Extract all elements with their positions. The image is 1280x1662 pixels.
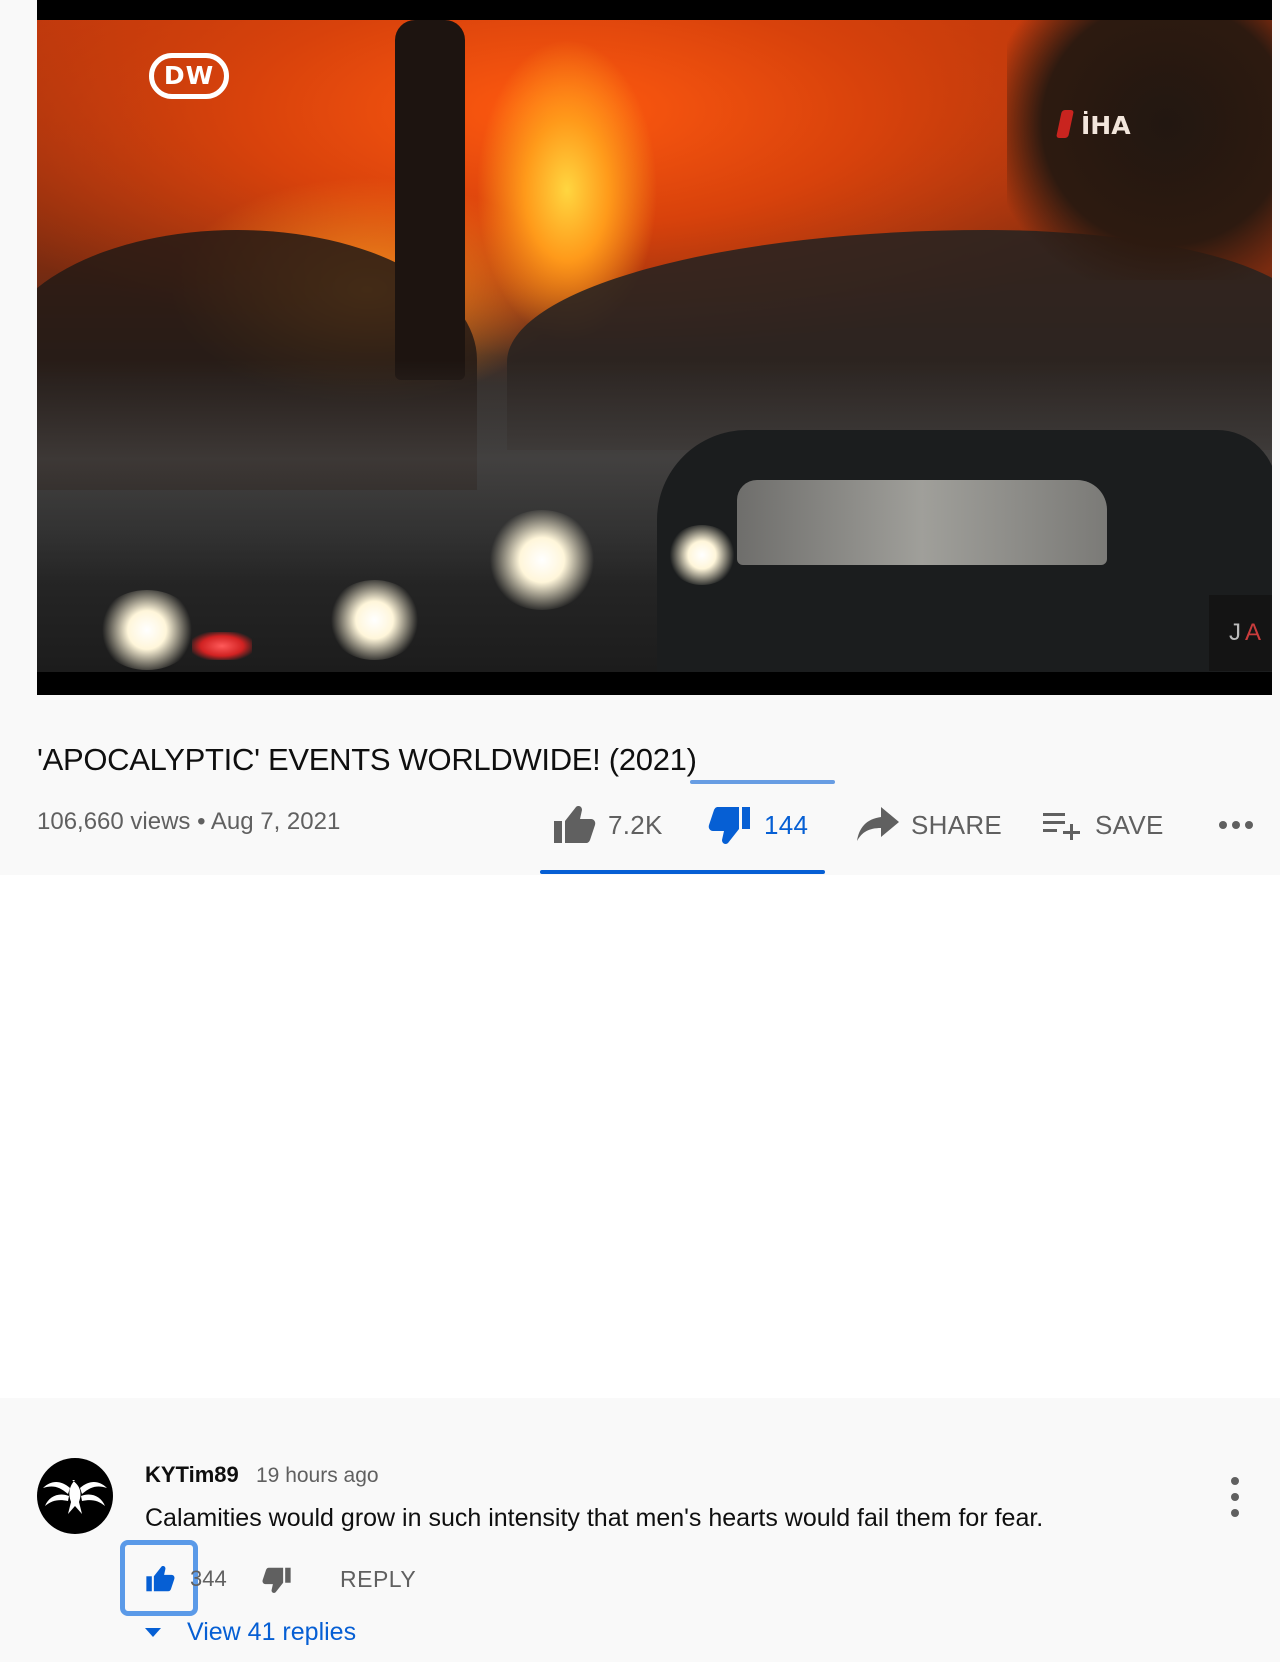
video-info-panel: DW İHA JA 'APOCALYPTIC' EVENTS WORLDWIDE… bbox=[0, 0, 1280, 875]
tree-trunk bbox=[395, 20, 465, 380]
video-title: 'APOCALYPTIC' EVENTS WORLDWIDE! (2021) bbox=[37, 742, 697, 777]
dw-logo: DW bbox=[149, 53, 229, 99]
share-arrow-icon bbox=[857, 807, 899, 843]
view-replies-label: View 41 replies bbox=[187, 1618, 357, 1646]
page: DW İHA JA 'APOCALYPTIC' EVENTS WORLDWIDE… bbox=[0, 0, 1280, 1662]
dislike-button[interactable]: 144 bbox=[708, 800, 808, 850]
comment-teaser[interactable]: KYTim89 19 hours ago Calamities would gr… bbox=[0, 1398, 1280, 1662]
view-replies-button[interactable]: View 41 replies bbox=[145, 1618, 356, 1647]
like-count: 7.2K bbox=[608, 809, 663, 840]
reply-button[interactable]: REPLY bbox=[340, 1566, 416, 1593]
comment-menu-button[interactable] bbox=[1223, 1476, 1247, 1518]
more-actions-button[interactable] bbox=[1218, 800, 1254, 850]
thumb-up-outline-icon bbox=[552, 805, 596, 845]
more-vertical-icon bbox=[1231, 1477, 1239, 1517]
thumb-down-icon bbox=[262, 1567, 291, 1593]
spider-emblem-icon bbox=[43, 1480, 107, 1514]
dislike-count: 144 bbox=[764, 809, 809, 840]
like-button[interactable]: 7.2K bbox=[552, 800, 663, 850]
save-label: SAVE bbox=[1095, 809, 1164, 840]
ratio-indicator-top bbox=[690, 780, 835, 784]
comment-author[interactable]: KYTim89 bbox=[145, 1462, 239, 1488]
thumb-up-filled-icon bbox=[146, 1566, 175, 1592]
video-player[interactable]: DW İHA JA bbox=[37, 0, 1272, 695]
avatar[interactable] bbox=[37, 1458, 113, 1534]
comment-text: Calamities would grow in such intensity … bbox=[145, 1504, 1044, 1532]
thumb-down-filled-icon bbox=[708, 805, 752, 845]
playlist-add-icon bbox=[1043, 810, 1083, 840]
share-label: SHARE bbox=[911, 809, 1003, 840]
comment-like-count: 344 bbox=[190, 1566, 227, 1591]
corner-badge: JA bbox=[1209, 595, 1272, 671]
comment-like-button[interactable] bbox=[145, 1565, 175, 1598]
more-horizontal-icon bbox=[1218, 820, 1254, 830]
iha-watermark: İHA bbox=[1056, 110, 1169, 146]
save-button[interactable]: SAVE bbox=[1043, 800, 1164, 850]
comment-timestamp: 19 hours ago bbox=[256, 1464, 379, 1487]
action-bar: 7.2K 144 SHARE SAVE bbox=[0, 800, 1280, 850]
caret-down-icon bbox=[145, 1628, 161, 1637]
like-dislike-ratio-bar bbox=[540, 870, 825, 874]
comment-dislike-button[interactable] bbox=[262, 1566, 292, 1599]
share-button[interactable]: SHARE bbox=[857, 800, 1002, 850]
